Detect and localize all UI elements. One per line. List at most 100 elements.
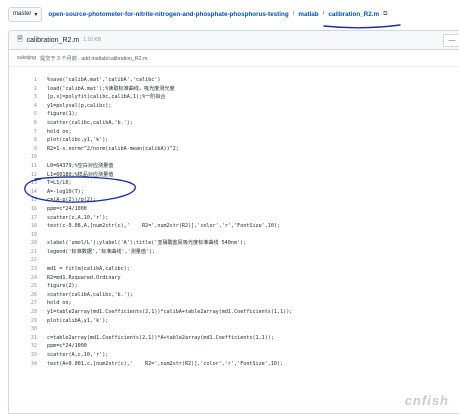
line-number[interactable]: 18	[9, 222, 47, 231]
code-text: y1=polyval(p,calibc);	[47, 102, 112, 109]
code-text: R2=md1.Rsquared.Ordinary	[47, 274, 121, 281]
line-number[interactable]: 23	[9, 265, 47, 274]
line-number[interactable]: 7	[9, 128, 47, 137]
code-line: 33 scatter(A,c,10,'r');	[9, 351, 459, 360]
code-line: 8 plot(calibc,y1,'k');	[9, 136, 459, 145]
line-number[interactable]: 26	[9, 291, 47, 300]
line-number[interactable]: 30	[9, 325, 47, 334]
line-number[interactable]: 29	[9, 317, 47, 326]
line-number[interactable]: 21	[9, 248, 47, 257]
line-number[interactable]: 17	[9, 214, 47, 223]
commit-info: sukejing 提交于 3 个月前 . add matlab/calibrat…	[9, 50, 459, 67]
line-number[interactable]: 31	[9, 334, 47, 343]
code-text: ppm=c*24/1000	[47, 205, 87, 212]
code-text: c=table2array(md1.Coefficients(2,1))*A+t…	[47, 334, 274, 341]
code-line: 21 legend('标准数据','标准曲线','测量值');	[9, 248, 459, 257]
code-text: R2=1-s.normr^2/norm(calibA-mean(calibA))…	[47, 145, 179, 152]
code-text: hold on;	[47, 300, 72, 307]
breadcrumb-folder[interactable]: matlab	[298, 11, 318, 18]
branch-selector[interactable]: master ▾	[8, 6, 43, 22]
code-line: 20 xlabel('umol/L');ylabel('A');title('亚硝…	[9, 239, 459, 248]
code-line: 25 figure(2);	[9, 282, 459, 291]
ink-underline-annotation	[323, 24, 401, 29]
breadcrumb-file[interactable]: calibration_R2.m	[328, 11, 379, 18]
code-text: text(c-0.08,A,[num2str(c),' R2=',num2str…	[47, 223, 281, 230]
code-line: 4 y1=polyval(p,calibc);	[9, 102, 459, 111]
copy-icon[interactable]: ⧉	[383, 11, 387, 18]
code-line: 28 y1=table2array(md1.Coefficients(2,1))*…	[9, 308, 459, 317]
code-line: 1 %save('calibA.mat','calibA','calibc')	[9, 76, 459, 85]
breadcrumb-repo[interactable]: open-source-photometer-for-nitrite-nitro…	[48, 11, 288, 18]
line-number[interactable]: 20	[9, 239, 47, 248]
file-size: 1.16 KB	[83, 37, 101, 43]
file-name: calibration_R2.m	[26, 36, 80, 44]
line-number[interactable]: 25	[9, 282, 47, 291]
line-number[interactable]: 27	[9, 299, 47, 308]
code-line: 11 L0=64379;%空白对应测量值	[9, 162, 459, 171]
code-line: 2 load('calibA.mat');%读取标准曲线，吸光度测光度	[9, 85, 459, 94]
code-text: ppm=c*24/1000	[47, 343, 87, 350]
line-number[interactable]: 33	[9, 351, 47, 360]
code-line: 23 md1 = fitlm(calibA,calibc);	[9, 265, 459, 274]
code-text: scatter(calibc,calibA,'b.');	[47, 119, 133, 126]
commit-message: 提交于 3 个月前 . add matlab/calibration_R2.m.	[40, 55, 149, 62]
code-text: legend('标准数据','标准曲线','测量值');	[47, 248, 156, 255]
code-text: text(A+0.001,c,[num2str(c),' R2=',num2st…	[47, 360, 284, 367]
chevron-down-icon: ▾	[34, 11, 38, 18]
code-text: scatter(c,A,10,'r');	[47, 214, 109, 221]
line-number[interactable]: 22	[9, 256, 47, 265]
line-number[interactable]: 2	[9, 85, 47, 94]
code-line: 16 ppm=c*24/1000	[9, 205, 459, 214]
code-text: scatter(A,c,10,'r');	[47, 352, 109, 358]
file-menu-button[interactable]: —	[443, 34, 459, 47]
line-number[interactable]: 9	[9, 145, 47, 154]
line-number[interactable]: 1	[9, 76, 47, 85]
watermark: cnfish	[404, 393, 449, 408]
code-text: plot(calibc,y1,'k');	[47, 137, 109, 144]
line-number[interactable]: 11	[9, 162, 47, 171]
code-line: 31 c=table2array(md1.Coefficients(2,1))*A…	[9, 334, 459, 343]
code-line: 32 ppm=c*24/1000	[9, 342, 459, 351]
code-line: 5 figure(1);	[9, 110, 459, 119]
code-text: md1 = fitlm(calibA,calibc);	[47, 266, 130, 273]
code-line: 18 text(c-0.08,A,[num2str(c),' R2=',num2s…	[9, 222, 459, 231]
code-line: 19	[9, 231, 459, 240]
code-line: 27 hold on;	[9, 299, 459, 308]
code-line: 30	[9, 325, 459, 334]
commit-author[interactable]: sukejing	[17, 55, 36, 61]
code-line: 7 hold on;	[9, 128, 459, 137]
file-icon: 🗎	[17, 35, 23, 43]
file-viewer: 🗎 calibration_R2.m 1.16 KB — sukejing 提交…	[8, 30, 459, 414]
code-line: 10	[9, 153, 459, 162]
code-text: [p,s]=polyfit(calibc,calibA,1);%一阶拟合	[47, 94, 166, 101]
breadcrumb: open-source-photometer-for-nitrite-nitro…	[48, 10, 388, 18]
line-number[interactable]: 19	[9, 231, 47, 240]
line-number[interactable]: 16	[9, 205, 47, 214]
line-number[interactable]: 6	[9, 119, 47, 128]
line-number[interactable]: 4	[9, 102, 47, 111]
code-block: 1 %save('calibA.mat','calibA','calibc') 2 l…	[9, 67, 459, 368]
code-line: 34 text(A+0.001,c,[num2str(c),' R2=',num2…	[9, 360, 459, 369]
code-line: 22	[9, 256, 459, 265]
line-number[interactable]: 5	[9, 110, 47, 119]
line-number[interactable]: 8	[9, 136, 47, 145]
code-text: %save('calibA.mat','calibA','calibc')	[47, 77, 161, 83]
line-number[interactable]: 34	[9, 360, 47, 369]
line-number[interactable]: 32	[9, 342, 47, 351]
code-text: load('calibA.mat');%读取标准曲线，吸光度测光度	[47, 85, 175, 92]
line-number[interactable]: 10	[9, 153, 47, 162]
code-text: plot(calibA,y1,'k');	[47, 317, 109, 324]
code-text: figure(1);	[47, 111, 78, 118]
code-line: 24 R2=md1.Rsquared.Ordinary	[9, 274, 459, 283]
line-number[interactable]: 3	[9, 93, 47, 102]
code-line: 17 scatter(c,A,10,'r');	[9, 214, 459, 223]
code-line: 9 R2=1-s.normr^2/norm(calibA-mean(calibA)…	[9, 145, 459, 154]
code-text: figure(2);	[47, 283, 78, 290]
line-number[interactable]: 24	[9, 274, 47, 283]
code-line: 29 plot(calibA,y1,'k');	[9, 317, 459, 326]
code-text: L0=64379;%空白对应测量值	[47, 162, 114, 169]
code-text: hold on;	[47, 128, 72, 135]
code-text: scatter(calibA,calibc,'b.');	[47, 291, 133, 298]
code-line: 26 scatter(calibA,calibc,'b.');	[9, 291, 459, 300]
line-number[interactable]: 28	[9, 308, 47, 317]
